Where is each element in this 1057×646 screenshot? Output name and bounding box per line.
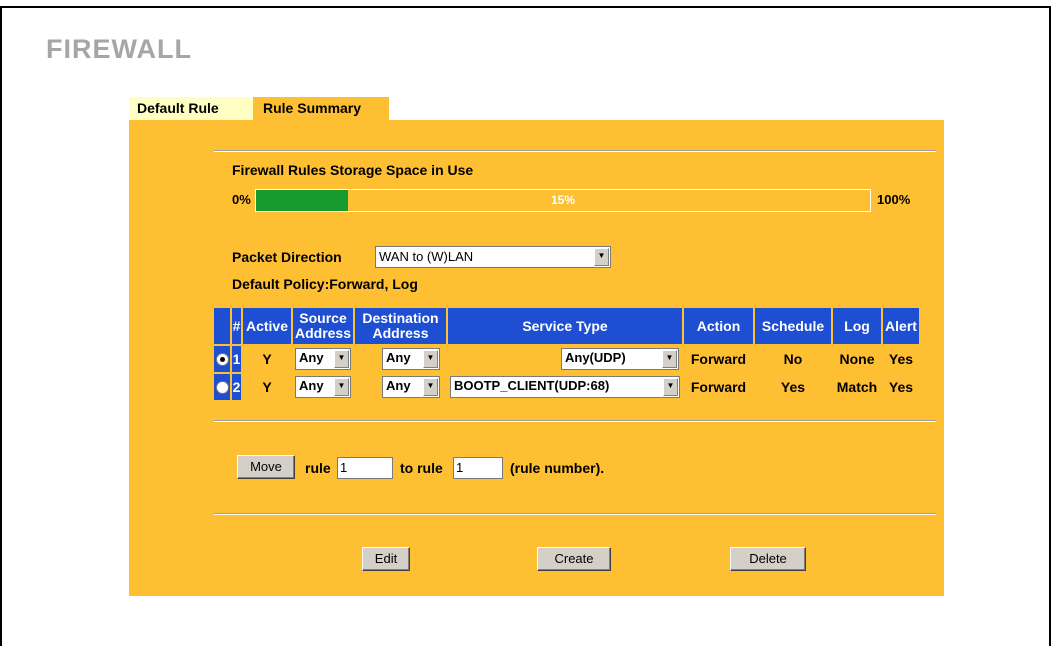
rule-2-destination-select[interactable]: Any ▼	[382, 376, 440, 398]
header-num: #	[232, 308, 241, 344]
rule-schedule: Yes	[780, 379, 806, 395]
rule-active: Y	[243, 346, 291, 372]
move-to-rule-label: to rule	[400, 460, 443, 476]
rule-number: 1	[232, 346, 241, 372]
storage-title: Firewall Rules Storage Space in Use	[232, 162, 474, 178]
rule-1-source-select[interactable]: Any ▼	[295, 348, 351, 370]
chevron-down-icon: ▼	[334, 378, 349, 396]
chevron-down-icon: ▼	[423, 350, 438, 368]
rule-log: None	[839, 351, 875, 367]
header-source-address: Source Address	[293, 308, 353, 344]
edit-button[interactable]: Edit	[362, 547, 410, 571]
rule-number: 2	[232, 374, 241, 400]
rule-source-cell: Any ▼	[293, 346, 353, 372]
chevron-down-icon: ▼	[423, 378, 438, 396]
rule-1-service-select[interactable]: Any(UDP) ▼	[561, 348, 679, 370]
chevron-down-icon: ▼	[663, 378, 678, 396]
rule-1-radio[interactable]	[215, 352, 229, 366]
header-service-type: Service Type	[448, 308, 682, 344]
chevron-down-icon: ▼	[334, 350, 349, 368]
rule-2-source-value: Any	[299, 378, 324, 393]
rule-2-source-select[interactable]: Any ▼	[295, 376, 351, 398]
divider-top	[214, 150, 936, 152]
header-destination-address: Destination Address	[355, 308, 446, 344]
rule-service-cell: Any(UDP) ▼	[448, 346, 682, 372]
rule-alert: Yes	[888, 351, 914, 367]
divider-middle	[214, 420, 936, 422]
header-active: Active	[243, 308, 291, 344]
rule-1-service-value: Any(UDP)	[565, 350, 626, 365]
rule-1-source-value: Any	[299, 350, 324, 365]
rule-active: Y	[243, 374, 291, 400]
rule-destination-cell: Any ▼	[355, 346, 446, 372]
row-radio-cell	[214, 346, 230, 372]
move-suffix-label: (rule number).	[510, 460, 605, 476]
rule-1-destination-select[interactable]: Any ▼	[382, 348, 440, 370]
header-schedule: Schedule	[755, 308, 831, 344]
tab-default-rule[interactable]: Default Rule	[129, 97, 253, 120]
rule-action: Forward	[690, 351, 747, 367]
storage-progress-text: 15%	[550, 193, 576, 207]
create-button[interactable]: Create	[537, 547, 611, 571]
rule-action: Forward	[690, 379, 747, 395]
page-title: FIREWALL	[46, 34, 192, 64]
tab-rule-summary[interactable]: Rule Summary	[253, 97, 389, 120]
move-from-rule-input[interactable]: 1	[337, 457, 393, 479]
divider-bottom	[214, 513, 936, 515]
header-alert: Alert	[883, 308, 919, 344]
rule-source-cell: Any ▼	[293, 374, 353, 400]
table-row: 2 Y Any ▼ Any ▼ BOOTP_CLIENT(UDP:68) ▼ F…	[214, 374, 919, 400]
move-button[interactable]: Move	[237, 455, 295, 479]
packet-direction-select[interactable]: WAN to (W)LAN ▼	[375, 246, 611, 268]
rule-2-service-value: BOOTP_CLIENT(UDP:68)	[454, 378, 610, 393]
packet-direction-value: WAN to (W)LAN	[379, 249, 474, 264]
header-log: Log	[833, 308, 881, 344]
rule-1-destination-value: Any	[386, 350, 411, 365]
default-policy: Default Policy:Forward, Log	[232, 276, 418, 292]
header-select	[214, 308, 230, 344]
storage-progress-bar: 15%	[255, 189, 871, 212]
table-row: 1 Y Any ▼ Any ▼ Any(UDP) ▼ Forward No No…	[214, 346, 919, 372]
table-header-row: # Active Source Address Destination Addr…	[214, 308, 919, 344]
move-to-rule-input[interactable]: 1	[453, 457, 503, 479]
chevron-down-icon: ▼	[594, 248, 609, 266]
storage-min-label: 0%	[232, 192, 251, 207]
rule-2-destination-value: Any	[386, 378, 411, 393]
delete-button[interactable]: Delete	[730, 547, 806, 571]
chevron-down-icon: ▼	[662, 350, 677, 368]
rule-destination-cell: Any ▼	[355, 374, 446, 400]
rule-service-cell: BOOTP_CLIENT(UDP:68) ▼	[448, 374, 682, 400]
move-rule-label: rule	[305, 460, 331, 476]
row-radio-cell	[214, 374, 230, 400]
storage-max-label: 100%	[877, 192, 911, 207]
rule-2-service-select[interactable]: BOOTP_CLIENT(UDP:68) ▼	[450, 376, 680, 398]
rule-schedule: No	[783, 351, 803, 367]
packet-direction-label: Packet Direction	[232, 249, 342, 265]
rule-alert: Yes	[888, 379, 914, 395]
rule-2-radio[interactable]	[215, 380, 229, 394]
rule-log: Match	[836, 379, 878, 395]
rules-table: # Active Source Address Destination Addr…	[212, 306, 921, 402]
header-action: Action	[684, 308, 753, 344]
